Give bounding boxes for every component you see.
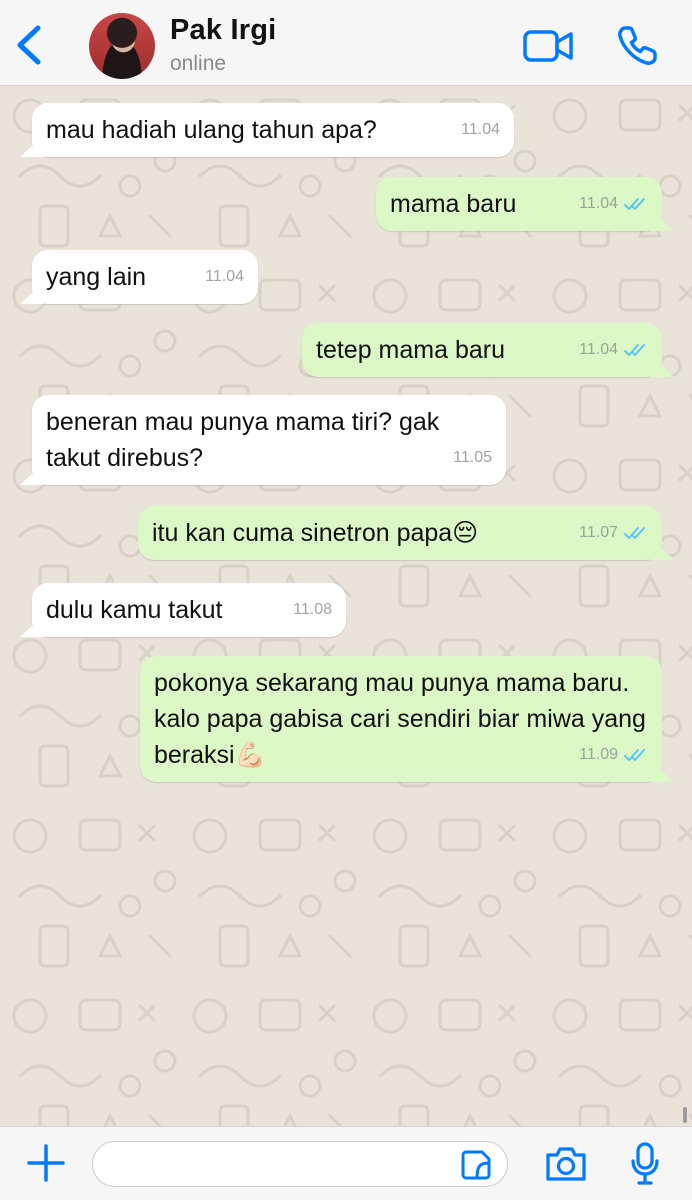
message-meta: 11.08 <box>293 592 332 628</box>
message-meta: 11.09 <box>579 737 648 773</box>
outgoing-message-bubble[interactable]: pokonya sekarang mau punya mama baru. ka… <box>140 656 662 782</box>
message-text: itu kan cuma sinetron papa😔 <box>152 519 479 547</box>
message-meta: 11.04 <box>579 332 648 368</box>
incoming-message-bubble[interactable]: mau hadiah ulang tahun apa? 11.04 <box>32 103 514 157</box>
chat-area[interactable]: mau hadiah ulang tahun apa? 11.04 mama bar… <box>0 86 692 1126</box>
microphone-icon[interactable] <box>630 1141 660 1187</box>
message-meta: 11.05 <box>453 440 492 476</box>
message-composer <box>0 1107 692 1200</box>
message-text: mau hadiah ulang tahun apa? <box>46 116 377 144</box>
read-receipt-icon <box>624 749 645 761</box>
incoming-message-bubble[interactable]: dulu kamu takut 11.08 <box>32 583 346 637</box>
message-meta: 11.07 <box>579 515 648 551</box>
read-receipt-icon <box>624 198 645 210</box>
message-text: beneran mau punya mama tiri? gak takut d… <box>46 408 440 472</box>
message-meta: 11.04 <box>461 112 500 148</box>
chat-header: Pak Irgi online <box>0 0 692 86</box>
contact-status: online <box>170 52 227 75</box>
avatar[interactable] <box>89 13 155 79</box>
scroll-indicator <box>683 1107 687 1123</box>
incoming-message-bubble[interactable]: yang lain 11.04 <box>32 250 258 304</box>
outgoing-message-bubble[interactable]: mama baru 11.04 <box>376 177 662 231</box>
message-text: dulu kamu takut <box>46 596 223 624</box>
phone-icon[interactable] <box>615 24 659 68</box>
message-input[interactable] <box>92 1141 508 1187</box>
camera-icon[interactable] <box>544 1145 588 1183</box>
outgoing-message-bubble[interactable]: itu kan cuma sinetron papa😔 11.07 <box>138 506 662 560</box>
plus-icon[interactable] <box>26 1143 66 1183</box>
message-time: 11.04 <box>579 341 618 358</box>
message-time: 11.05 <box>453 449 492 466</box>
message-time: 11.04 <box>205 268 244 285</box>
message-time: 11.04 <box>461 121 500 138</box>
outgoing-message-bubble[interactable]: tetep mama baru 11.04 <box>302 323 662 377</box>
read-receipt-icon <box>624 344 645 356</box>
message-time: 11.08 <box>293 601 332 618</box>
message-time: 11.07 <box>579 524 618 541</box>
message-meta: 11.04 <box>579 186 648 222</box>
message-text: pokonya sekarang mau punya mama baru. ka… <box>154 669 646 769</box>
read-receipt-icon <box>624 527 645 539</box>
incoming-message-bubble[interactable]: beneran mau punya mama tiri? gak takut d… <box>32 395 506 485</box>
sticker-icon[interactable] <box>460 1149 492 1181</box>
message-meta: 11.04 <box>205 259 244 295</box>
contact-name[interactable]: Pak Irgi <box>170 14 276 47</box>
message-time: 11.09 <box>579 746 618 763</box>
video-camera-icon[interactable] <box>522 26 574 66</box>
message-time: 11.04 <box>579 195 618 212</box>
chevron-left-icon[interactable] <box>12 22 48 68</box>
